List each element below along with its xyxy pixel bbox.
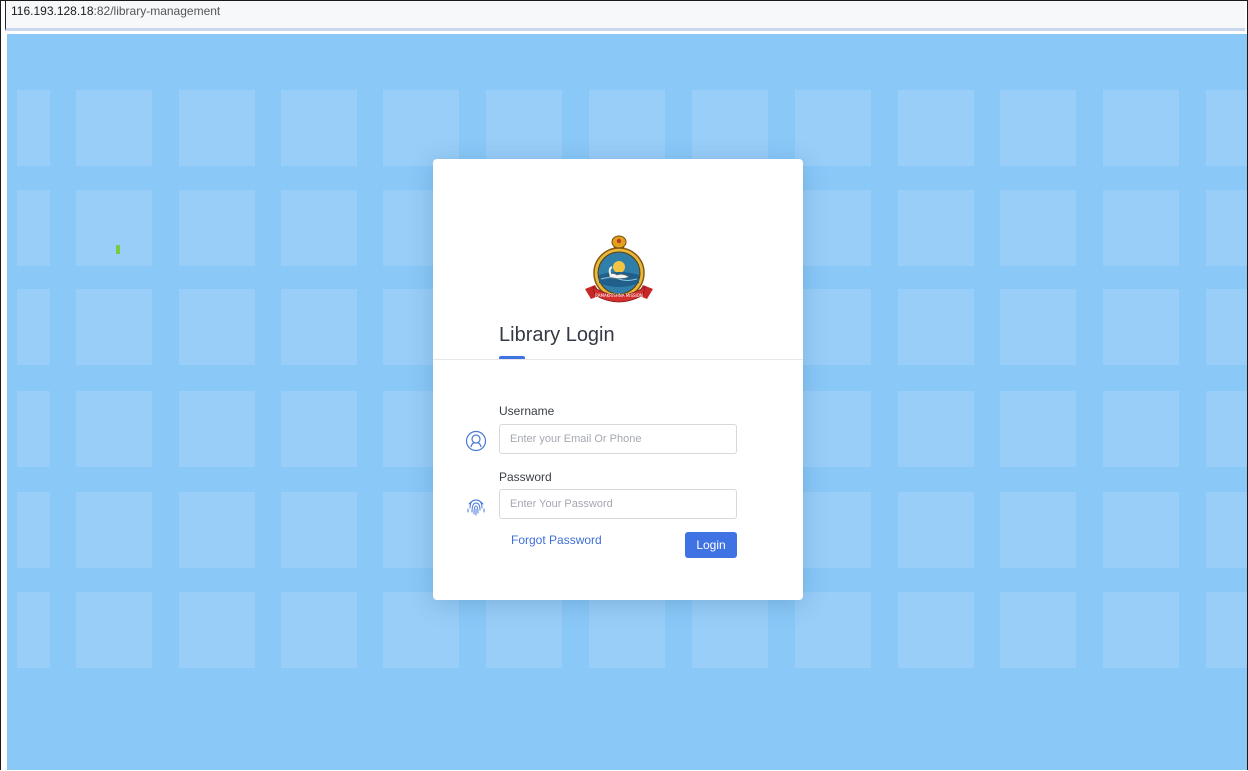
background-tile: [281, 592, 357, 668]
background-tile: [179, 391, 255, 467]
background-tile: [76, 592, 152, 668]
background-tile: [179, 190, 255, 266]
background-tile: [486, 90, 562, 166]
background-tile: [76, 492, 152, 568]
background-tile: [795, 391, 871, 467]
forgot-password-link[interactable]: Forgot Password: [511, 533, 602, 547]
background-tile: [1103, 592, 1179, 668]
background-tile: [692, 592, 768, 668]
background-tile: [17, 391, 50, 467]
background-tile: [898, 391, 974, 467]
background-tile: [281, 190, 357, 266]
login-card: RAMAKRISHNA MISSION Library Login Userna…: [433, 159, 803, 600]
background-tile: [898, 190, 974, 266]
fingerprint-icon: [467, 499, 485, 516]
background-tile: [1103, 90, 1179, 166]
emblem-banner-text: RAMAKRISHNA MISSION: [595, 293, 643, 298]
background-tile: [898, 289, 974, 365]
background-tile: [795, 190, 871, 266]
background-tile: [1206, 492, 1247, 568]
background-tile: [1206, 592, 1247, 668]
background-tile: [898, 592, 974, 668]
background-tile: [179, 592, 255, 668]
user-circle-icon: [465, 430, 487, 452]
username-label: Username: [499, 404, 555, 418]
background-tile: [17, 592, 50, 668]
background-tile: [1000, 289, 1076, 365]
header-divider: [433, 359, 803, 360]
address-bar[interactable]: 116.193.128.18:82/library-management: [5, 1, 1245, 31]
page-background: RAMAKRISHNA MISSION Library Login Userna…: [7, 34, 1247, 770]
background-tile: [1206, 391, 1247, 467]
background-tile: [589, 90, 665, 166]
background-tile: [179, 289, 255, 365]
background-tile: [281, 289, 357, 365]
background-tile: [1000, 592, 1076, 668]
background-tile: [1000, 492, 1076, 568]
password-label: Password: [499, 470, 552, 484]
login-button[interactable]: Login: [685, 532, 737, 558]
ramakrishna-mission-emblem-logo: RAMAKRISHNA MISSION: [585, 235, 653, 303]
background-tile: [383, 90, 459, 166]
background-tile: [898, 492, 974, 568]
background-tile: [76, 289, 152, 365]
background-tile: [1103, 190, 1179, 266]
browser-window: 116.193.128.18:82/library-management RAM…: [0, 0, 1248, 770]
green-marker: [116, 245, 120, 254]
background-tile: [486, 592, 562, 668]
background-tile: [898, 90, 974, 166]
background-tile: [76, 190, 152, 266]
background-tile: [1103, 289, 1179, 365]
background-tile: [1206, 90, 1247, 166]
background-tile: [17, 289, 50, 365]
background-tile: [1000, 391, 1076, 467]
url-path: :82/library-management: [93, 4, 221, 18]
page-title: Library Login: [499, 324, 615, 346]
background-tile: [281, 391, 357, 467]
background-tile: [1000, 190, 1076, 266]
background-tile: [17, 90, 50, 166]
password-input[interactable]: [499, 489, 737, 519]
background-tile: [17, 190, 50, 266]
background-tile: [179, 90, 255, 166]
background-tile: [1206, 289, 1247, 365]
background-tile: [17, 492, 50, 568]
background-tile: [1206, 190, 1247, 266]
background-tile: [1103, 391, 1179, 467]
username-input[interactable]: [499, 424, 737, 454]
background-tile: [692, 90, 768, 166]
background-tile: [76, 391, 152, 467]
background-tile: [1000, 90, 1076, 166]
background-tile: [589, 592, 665, 668]
background-tile: [383, 592, 459, 668]
background-tile: [795, 492, 871, 568]
background-tile: [795, 592, 871, 668]
background-tile: [795, 90, 871, 166]
background-tile: [76, 90, 152, 166]
background-tile: [795, 289, 871, 365]
background-tile: [1103, 492, 1179, 568]
url-host: 116.193.128.18: [11, 4, 94, 18]
background-tile: [281, 90, 357, 166]
background-tile: [179, 492, 255, 568]
background-tile: [281, 492, 357, 568]
